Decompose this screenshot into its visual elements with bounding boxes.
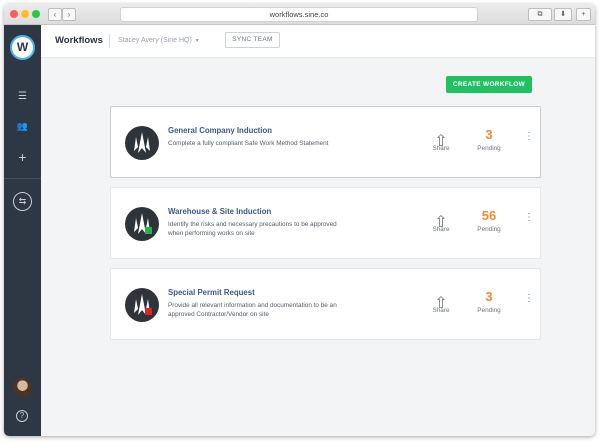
more-options-icon[interactable]: ⋮ xyxy=(523,294,535,304)
app-logo[interactable]: W xyxy=(10,35,35,60)
pending-number: 3 xyxy=(485,127,493,142)
sidebar: W ☰ 👥 + ⇆ ? xyxy=(4,25,41,436)
share-label: Share xyxy=(432,307,450,314)
pending-label: Pending xyxy=(477,226,501,233)
tabs-icon[interactable]: ⧉ xyxy=(528,8,552,21)
workflow-description: Identify the risks and necessary precaut… xyxy=(168,221,337,237)
workflow-description: Complete a fully compliant Safe Work Met… xyxy=(168,140,329,147)
more-options-icon[interactable]: ⋮ xyxy=(523,132,535,142)
pending-count[interactable]: 3 Pending xyxy=(471,289,507,315)
sync-team-button[interactable]: SYNC TEAM xyxy=(225,32,280,48)
share-button[interactable]: ⇧ Share xyxy=(429,131,453,152)
pending-number: 3 xyxy=(485,289,493,304)
pending-count[interactable]: 3 Pending xyxy=(471,127,507,153)
share-label: Share xyxy=(432,145,450,152)
share-icon: ⇧ xyxy=(434,133,448,150)
workflow-logo-icon xyxy=(125,207,159,241)
avatar[interactable] xyxy=(13,378,32,397)
address-bar[interactable]: workflows.sine.co xyxy=(120,7,478,22)
workflow-card[interactable]: Warehouse & Site Induction Identify the … xyxy=(110,187,541,259)
workflow-title[interactable]: Special Permit Request xyxy=(168,288,255,297)
organization-select[interactable]: Stacey Avery (Sine HQ) ▾ xyxy=(118,37,199,44)
workflow-card[interactable]: General Company Induction Complete a ful… xyxy=(110,106,541,178)
minimize-window-button[interactable] xyxy=(21,10,29,18)
share-icon: ⇧ xyxy=(434,295,448,312)
workflow-card[interactable]: Special Permit Request Provide all relev… xyxy=(110,268,541,340)
page-title: Workflows xyxy=(55,35,103,46)
workflow-title[interactable]: Warehouse & Site Induction xyxy=(168,207,271,216)
create-workflow-button[interactable]: CREATE WORKFLOW xyxy=(446,76,532,93)
sidebar-divider xyxy=(4,178,41,179)
workflow-title[interactable]: General Company Induction xyxy=(168,126,272,135)
new-tab-button[interactable]: + xyxy=(576,8,591,21)
pending-label: Pending xyxy=(477,307,501,314)
header-divider xyxy=(109,34,110,48)
pending-number: 56 xyxy=(481,208,497,223)
close-window-button[interactable] xyxy=(10,10,18,18)
more-options-icon[interactable]: ⋮ xyxy=(523,213,535,223)
pending-count[interactable]: 56 Pending xyxy=(471,208,507,234)
chevron-down-icon: ▾ xyxy=(195,38,199,44)
browser-toolbar: ‹ › workflows.sine.co ⧉ ⬇ + xyxy=(4,4,595,25)
share-button[interactable]: ⇧ Share xyxy=(429,293,453,314)
plus-icon[interactable]: + xyxy=(12,149,33,165)
sync-arrows-icon[interactable]: ⇆ xyxy=(13,192,32,211)
help-icon[interactable]: ? xyxy=(16,410,28,422)
maximize-window-button[interactable] xyxy=(32,10,40,18)
workflow-logo-icon xyxy=(125,288,159,322)
back-button[interactable]: ‹ xyxy=(48,8,62,21)
list-icon[interactable]: ☰ xyxy=(12,91,33,102)
forward-button[interactable]: › xyxy=(62,8,76,21)
workflow-description: Provide all relevant information and doc… xyxy=(168,302,337,318)
organization-name: Stacey Avery (Sine HQ) xyxy=(118,37,192,44)
team-icon[interactable]: 👥 xyxy=(12,121,33,132)
pending-label: Pending xyxy=(477,145,501,152)
share-button[interactable]: ⇧ Share xyxy=(429,212,453,233)
share-label: Share xyxy=(432,226,450,233)
share-icon: ⇧ xyxy=(434,214,448,231)
download-icon[interactable]: ⬇ xyxy=(554,8,572,21)
workflow-logo-icon xyxy=(125,126,159,160)
header: Workflows Stacey Avery (Sine HQ) ▾ SYNC T… xyxy=(41,25,595,58)
browser-window: ‹ › workflows.sine.co ⧉ ⬇ + W ☰ 👥 + ⇆ ? … xyxy=(4,4,595,436)
